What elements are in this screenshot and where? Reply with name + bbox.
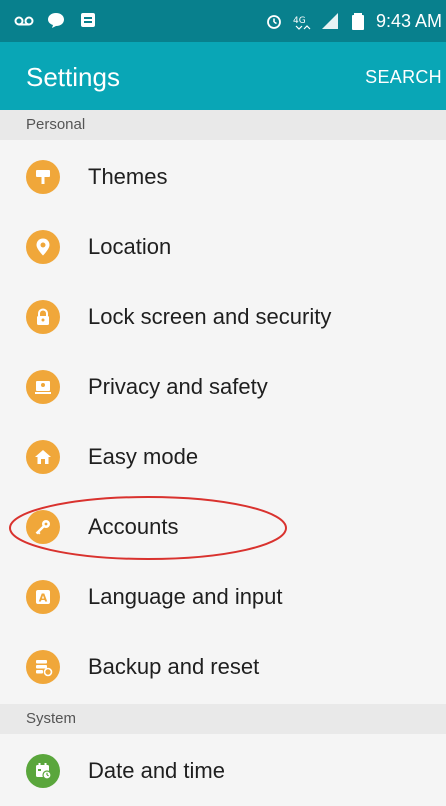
svg-text:A: A: [39, 592, 48, 605]
settings-item-language-input[interactable]: A Language and input: [0, 562, 446, 632]
settings-item-label: Themes: [88, 164, 168, 189]
settings-item-label: Lock screen and security: [88, 304, 332, 329]
settings-item-label: Accounts: [88, 514, 179, 539]
language-icon: A: [26, 580, 60, 614]
settings-item-date-time[interactable]: Date and time: [0, 736, 446, 806]
key-icon: [26, 510, 60, 544]
settings-item-label: Language and input: [88, 584, 283, 609]
notification-icon: [81, 13, 95, 27]
lock-icon: [26, 300, 60, 334]
settings-item-privacy-safety[interactable]: Privacy and safety: [0, 352, 446, 422]
4g-icon: 4G: [293, 16, 311, 30]
signal-icon: [321, 13, 338, 29]
location-pin-icon: [26, 230, 60, 264]
settings-item-themes[interactable]: Themes: [0, 142, 446, 212]
battery-icon: [351, 13, 364, 30]
backup-icon: [26, 650, 60, 684]
calendar-clock-icon: [26, 754, 60, 788]
page-title: Settings: [26, 62, 120, 92]
voicemail-icon: [14, 16, 34, 26]
settings-item-location[interactable]: Location: [0, 212, 446, 282]
settings-item-label: Backup and reset: [88, 654, 260, 679]
settings-item-label: Date and time: [88, 758, 225, 783]
section-header-personal: Personal: [0, 110, 446, 140]
settings-item-accounts[interactable]: Accounts: [0, 492, 446, 562]
status-left-icons: [14, 10, 98, 30]
settings-item-lock-screen-security[interactable]: Lock screen and security: [0, 282, 446, 352]
status-right-icons: 4G 9:43 AM: [264, 10, 442, 32]
svg-text:4G: 4G: [293, 16, 306, 26]
easy-mode-icon: [26, 440, 60, 474]
status-bar: 4G 9:43 AM: [0, 0, 446, 42]
section-header-system: System: [0, 704, 446, 734]
settings-item-backup-reset[interactable]: Backup and reset: [0, 632, 446, 702]
settings-item-label: Location: [88, 234, 172, 259]
app-bar: Settings SEARCH: [0, 42, 446, 110]
settings-item-label: Easy mode: [88, 444, 199, 469]
chat-icon: [48, 13, 64, 28]
privacy-icon: [26, 370, 60, 404]
themes-icon: [26, 160, 60, 194]
settings-item-easy-mode[interactable]: Easy mode: [0, 422, 446, 492]
settings-item-label: Privacy and safety: [88, 374, 268, 399]
search-button[interactable]: SEARCH: [365, 66, 442, 88]
alarm-icon: [267, 15, 281, 29]
status-time: 9:43 AM: [375, 11, 442, 31]
